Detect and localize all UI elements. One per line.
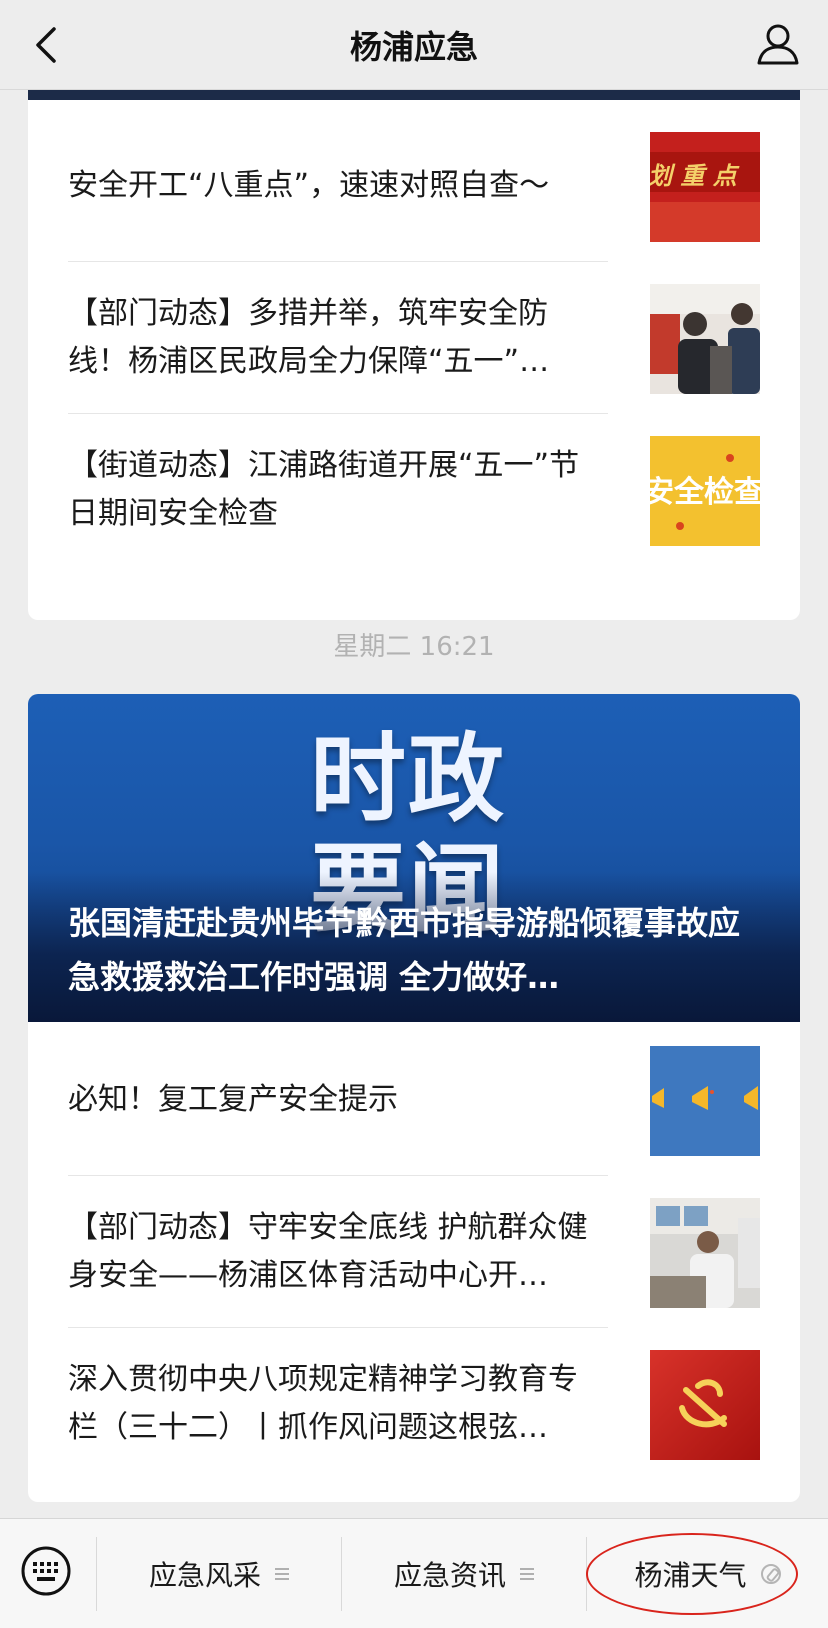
svg-text:划 重 点: 划 重 点 — [650, 161, 740, 190]
article-item[interactable]: 【街道动态】江浦路街道开展“五一”节日期间安全检查 安全检查 — [68, 414, 760, 566]
article-thumbnail — [650, 1198, 760, 1308]
back-button[interactable] — [26, 22, 66, 68]
menu-item-label: 应急风采 — [148, 1559, 261, 1592]
article-thumbnail — [650, 284, 760, 394]
banner-article[interactable]: 时政 要闻 张国清赶赴贵州毕节黔西市指导游船倾覆事故应急救援救治工作时强调 全力… — [28, 694, 800, 1022]
article-card: 安全开工“八重点”，速速对照自查～ 划 重 点 【部门动态】多措并举，筑牢安全防… — [28, 90, 800, 620]
article-card: 时政 要闻 张国清赶赴贵州毕节黔西市指导游船倾覆事故应急救援救治工作时强调 全力… — [28, 694, 800, 1502]
article-title: 【部门动态】守牢安全底线 护航群众健身安全——杨浦区体育活动中心开… — [68, 1210, 588, 1293]
user-icon — [757, 24, 799, 65]
message-feed[interactable]: 安全开工“八重点”，速速对照自查～ 划 重 点 【部门动态】多措并举，筑牢安全防… — [0, 90, 828, 1518]
top-nav-bar: 杨浦应急 — [0, 0, 828, 90]
menu-item-yingji-fengcai[interactable]: 应急风采 — [97, 1519, 341, 1628]
banner-image-bottom — [28, 90, 800, 100]
bottom-menu-bar: 应急风采 应急资讯 杨浦天气 — [0, 1518, 828, 1628]
article-thumbnail: 安全检查 — [650, 436, 760, 546]
article-item[interactable]: 【部门动态】守牢安全底线 护航群众健身安全——杨浦区体育活动中心开… — [68, 1176, 760, 1328]
svg-text:安全检查: 安全检查 — [650, 475, 760, 510]
article-title: 【街道动态】江浦路街道开展“五一”节日期间安全检查 — [68, 448, 580, 531]
article-title: 【部门动态】多措并举，筑牢安全防线！杨浦区民政局全力保障“五一”… — [68, 296, 550, 379]
article-item[interactable]: 安全开工“八重点”，速速对照自查～ 划 重 点 — [68, 110, 760, 262]
article-title: 深入贯彻中央八项规定精神学习教育专栏（三十二）丨抓作风问题这根弦… — [68, 1362, 578, 1445]
menu-item-yingji-zixun[interactable]: 应急资讯 — [342, 1519, 586, 1628]
article-item[interactable]: 深入贯彻中央八项规定精神学习教育专栏（三十二）丨抓作风问题这根弦… — [68, 1328, 760, 1480]
annotation-circle — [586, 1533, 798, 1615]
article-title: 安全开工“八重点”，速速对照自查～ — [68, 168, 550, 203]
submenu-icon — [520, 1568, 534, 1580]
article-item[interactable]: 必知！复工复产安全提示 — [68, 1024, 760, 1176]
menu-item-label: 应急资讯 — [393, 1559, 506, 1592]
keyboard-icon — [21, 1546, 71, 1596]
article-thumbnail — [650, 1046, 760, 1156]
page-title: 杨浦应急 — [349, 27, 478, 66]
submenu-icon — [275, 1568, 289, 1580]
message-timestamp: 星期二 16:21 — [333, 632, 495, 662]
article-item[interactable]: 【部门动态】多措并举，筑牢安全防线！杨浦区民政局全力保障“五一”… — [68, 262, 760, 414]
chevron-left-icon — [36, 27, 56, 63]
banner-headline: 张国清赶赴贵州毕节黔西市指导游船倾覆事故应急救援救治工作时强调 全力做好… — [68, 904, 741, 996]
profile-button[interactable] — [754, 20, 802, 68]
keyboard-toggle-button[interactable] — [20, 1545, 72, 1597]
article-thumbnail — [650, 1350, 760, 1460]
article-thumbnail: 划 重 点 — [650, 132, 760, 242]
article-title: 必知！复工复产安全提示 — [68, 1082, 398, 1117]
